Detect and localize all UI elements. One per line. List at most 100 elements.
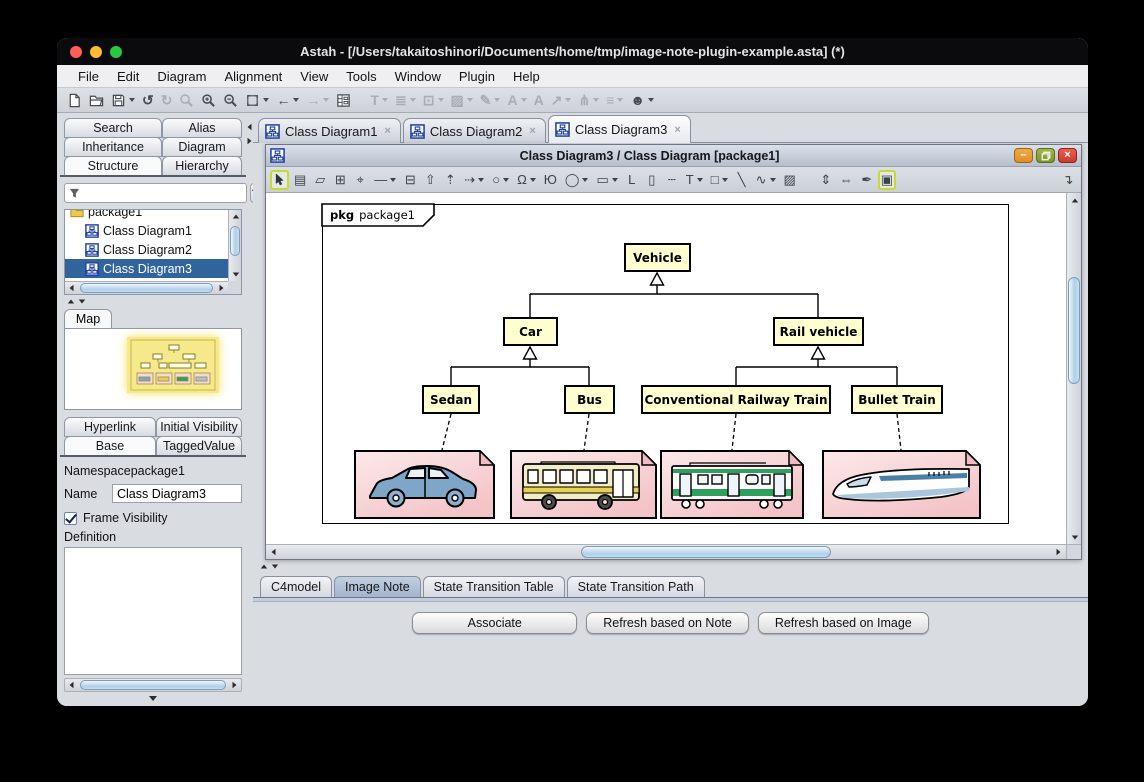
editor-titlebar[interactable]: Class Diagram3 / Class Diagram [package1… [266, 145, 1081, 167]
association-tool-icon[interactable]: — [371, 170, 399, 190]
scroll-right-icon[interactable] [1051, 545, 1066, 559]
zoom-in-icon[interactable] [198, 90, 219, 111]
distribute-vertical-icon[interactable]: ⇕ [817, 170, 835, 190]
font-icon[interactable]: A [531, 90, 547, 111]
save-icon[interactable] [108, 90, 138, 111]
maximize-editor-button[interactable] [1036, 148, 1055, 163]
sidebar-hscroll-thumb[interactable] [80, 680, 226, 690]
ball-socket-tool-icon[interactable]: Ю [541, 170, 560, 190]
collapse-up-icon[interactable] [261, 565, 267, 569]
tab-class-diagram2[interactable]: Class Diagram2 × [403, 118, 546, 143]
tab-state-transition-table[interactable]: State Transition Table [423, 576, 565, 597]
realization-tool-icon[interactable]: ⇡ [441, 170, 459, 190]
list-icon[interactable]: ≡ [603, 90, 626, 111]
collapse-down-icon[interactable] [272, 565, 278, 569]
class-node[interactable]: Sedan [422, 385, 480, 414]
tab-hierarchy[interactable]: Hierarchy [162, 156, 242, 176]
scroll-left-icon[interactable] [65, 282, 78, 295]
note-tool-icon[interactable]: ▯ [643, 170, 661, 190]
line-tool-icon[interactable]: ╲ [733, 170, 751, 190]
bottom-panel-splitter[interactable] [253, 560, 1088, 573]
refresh-note-button[interactable]: Refresh based on Note [586, 612, 749, 634]
class-node[interactable]: Car [503, 317, 558, 346]
tab-alias[interactable]: Alias [162, 118, 242, 138]
associate-button[interactable]: Associate [412, 612, 577, 634]
menu-plugin[interactable]: Plugin [450, 69, 504, 84]
zoom-window-button[interactable] [110, 46, 122, 58]
fill-color-icon[interactable]: ▨ [448, 90, 476, 111]
scroll-down-icon[interactable] [229, 268, 242, 281]
tree-map-splitter[interactable] [64, 295, 242, 308]
package-tool-icon[interactable]: ▱ [311, 170, 329, 190]
sedan-image-note[interactable] [354, 450, 495, 519]
sidebar-horizontal-scrollbar[interactable] [64, 678, 242, 692]
close-tab-icon[interactable]: × [674, 124, 680, 136]
menu-view[interactable]: View [291, 69, 337, 84]
tab-state-transition-path[interactable]: State Transition Path [567, 576, 705, 597]
tab-map[interactable]: Map [64, 309, 112, 328]
sidebar-collapse-control[interactable] [247, 123, 252, 145]
close-window-button[interactable] [70, 46, 82, 58]
line-color-icon[interactable]: ✎ [477, 90, 504, 111]
open-file-icon[interactable] [86, 90, 107, 111]
distribute-horizontal-icon[interactable]: ⇔ [837, 170, 856, 190]
scroll-up-icon[interactable] [1067, 193, 1082, 207]
menu-edit[interactable]: Edit [108, 69, 148, 84]
note-anchor-tool-icon[interactable]: ┄ [663, 170, 681, 190]
lifeline-tool-icon[interactable]: L [623, 170, 641, 190]
hierarchy-icon[interactable]: ⋔ [575, 90, 602, 111]
collapse-up-icon[interactable] [68, 300, 74, 304]
class-node[interactable]: Bus [564, 385, 615, 414]
back-icon[interactable]: ← [273, 90, 302, 111]
close-tab-icon[interactable]: × [384, 125, 390, 137]
diagram-minimap[interactable] [127, 337, 219, 393]
text-tool-icon[interactable]: T [683, 170, 706, 190]
scroll-left-icon[interactable] [65, 679, 78, 692]
tab-c4model[interactable]: C4model [260, 576, 332, 597]
menu-file[interactable]: File [69, 69, 108, 84]
pointer-tool-icon[interactable] [270, 170, 289, 190]
tree-item-class-diagram2[interactable]: Class Diagram2 [65, 240, 228, 259]
tree-item-class-diagram3[interactable]: Class Diagram3 [65, 259, 228, 278]
tab-taggedvalue[interactable]: TaggedValue [156, 436, 242, 456]
usage-tool-icon[interactable]: Ω [514, 170, 539, 190]
tree-hscroll-thumb[interactable] [80, 283, 213, 293]
scroll-up-icon[interactable] [229, 210, 242, 223]
tab-search[interactable]: Search [64, 118, 162, 138]
expand-right-icon[interactable] [248, 138, 252, 144]
minimize-editor-button[interactable]: – [1014, 148, 1033, 163]
forward-icon[interactable]: → [303, 90, 332, 111]
menu-diagram[interactable]: Diagram [148, 69, 215, 84]
image-tool-icon[interactable]: ▨ [781, 170, 799, 190]
filter-input[interactable] [83, 185, 242, 201]
align-icon[interactable]: ≣ [392, 90, 419, 111]
tab-class-diagram3[interactable]: Class Diagram3 × [548, 115, 691, 143]
scroll-right-icon[interactable] [228, 679, 241, 692]
tab-image-note[interactable]: Image Note [334, 576, 421, 597]
canvas-horizontal-scrollbar[interactable] [266, 545, 1066, 559]
diagram-canvas[interactable]: pkgpackage1 [266, 193, 1066, 544]
dependency-tool-icon[interactable]: ⇢ [461, 170, 487, 190]
usecase-tool-icon[interactable]: ▭ [593, 170, 620, 190]
tab-base[interactable]: Base [64, 436, 156, 456]
containment-tool-icon[interactable]: ⊟ [401, 170, 419, 190]
emoticon-icon[interactable]: ☻ [627, 90, 657, 111]
canvas-vertical-scrollbar[interactable] [1066, 193, 1081, 544]
font-color-icon[interactable]: A [504, 90, 529, 111]
vertical-text-icon[interactable]: T [367, 90, 391, 111]
generalization-tool-icon[interactable]: ⇧ [421, 170, 439, 190]
collapse-down-icon[interactable] [79, 300, 85, 304]
canvas-vscroll-thumb[interactable] [1068, 277, 1080, 384]
train-image-note[interactable] [660, 450, 804, 519]
tab-class-diagram1[interactable]: Class Diagram1 × [258, 118, 401, 143]
tree-item-class-diagram1[interactable]: Class Diagram1 [65, 221, 228, 240]
port-tool-icon[interactable]: ◯ [562, 170, 592, 190]
minimize-window-button[interactable] [90, 46, 102, 58]
name-field[interactable] [112, 484, 242, 503]
class-node[interactable]: Conventional Railway Train [641, 385, 831, 414]
scroll-down-icon[interactable] [1067, 530, 1082, 544]
tab-initial-visibility[interactable]: Initial Visibility [156, 417, 242, 437]
filter-field[interactable] [64, 183, 247, 203]
bullet-train-image-note[interactable] [822, 450, 981, 519]
tree-vertical-scrollbar[interactable] [228, 210, 241, 281]
